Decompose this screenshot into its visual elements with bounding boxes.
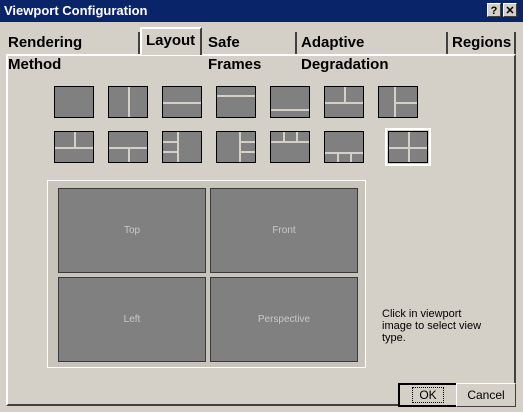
tab-rendering-method[interactable]: Rendering Method (4, 32, 138, 73)
layout-icon-9[interactable] (108, 131, 148, 163)
layout-icon-6[interactable] (324, 86, 364, 118)
layout-icon-11[interactable] (216, 131, 256, 163)
viewport-front[interactable]: Front (210, 188, 358, 273)
viewport-hint-text: Click in viewport image to select view t… (382, 308, 482, 344)
title-bar: Viewport Configuration ? ✕ (0, 0, 523, 22)
ok-button[interactable]: OK (398, 383, 458, 407)
window-title: Viewport Configuration (4, 3, 148, 18)
tab-safe-frames[interactable]: Safe Frames (204, 32, 296, 73)
layout-icon-14-selected[interactable] (385, 128, 431, 166)
layout-icon-2[interactable] (108, 86, 148, 118)
viewport-perspective[interactable]: Perspective (210, 277, 358, 362)
viewport-top[interactable]: Top (58, 188, 206, 273)
layout-icon-12[interactable] (270, 131, 310, 163)
layout-icon-7[interactable] (378, 86, 418, 118)
viewport-left[interactable]: Left (58, 277, 206, 362)
tab-adaptive-degradation[interactable]: Adaptive Degradation (297, 32, 447, 73)
tab-regions[interactable]: Regions (448, 32, 516, 54)
viewport-preview: Top Front Left Perspective (47, 180, 366, 368)
help-button[interactable]: ? (487, 3, 501, 17)
tab-layout[interactable]: Layout (140, 27, 202, 55)
tab-strip: Rendering Method Layout Safe Frames Adap… (0, 22, 523, 73)
layout-icon-13[interactable] (324, 131, 364, 163)
ok-button-label: OK (412, 387, 444, 403)
cancel-button[interactable]: Cancel (456, 383, 516, 407)
layout-icon-3[interactable] (162, 86, 202, 118)
layout-icon-10[interactable] (162, 131, 202, 163)
layout-icon-8[interactable] (54, 131, 94, 163)
close-button[interactable]: ✕ (503, 3, 517, 17)
layout-icon-1[interactable] (54, 86, 94, 118)
layout-icon-5[interactable] (270, 86, 310, 118)
layout-icon-4[interactable] (216, 86, 256, 118)
